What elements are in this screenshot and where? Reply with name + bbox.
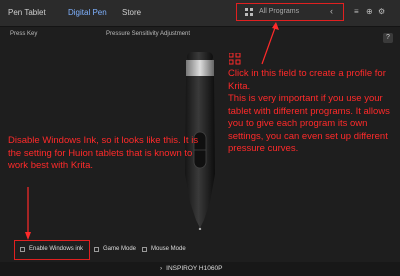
windows-ink-annotation: Disable Windows Ink, so it looks like th… — [8, 135, 203, 173]
top-bar: Pen Tablet Digital Pen Store All Program… — [0, 0, 400, 27]
windows-ink-annotation-text: Disable Windows Ink, so it looks like th… — [8, 135, 199, 171]
mouse-mode-option[interactable]: Mouse Mode — [142, 246, 186, 252]
enable-windows-ink-option[interactable]: Enable Windows ink — [20, 246, 83, 252]
program-selector[interactable]: All Programs ‹ — [236, 3, 344, 21]
tab-digital-pen[interactable]: Digital Pen — [68, 8, 107, 17]
chevron-left-icon[interactable]: ‹ — [330, 6, 333, 16]
pressure-sensitivity-label[interactable]: Pressure Sensitivity Adjustment — [106, 31, 190, 37]
windows-ink-label: Enable Windows ink — [29, 246, 84, 252]
grid-icon — [245, 8, 253, 16]
program-annotation-text: Click in this field to create a profile … — [228, 68, 390, 154]
game-mode-label: Game Mode — [103, 246, 137, 252]
device-selector[interactable]: › INSPIROY H1060P — [160, 265, 222, 272]
mouse-mode-label: Mouse Mode — [151, 246, 186, 252]
globe-icon[interactable]: ⊕ — [366, 7, 373, 17]
help-button[interactable]: ? — [383, 33, 393, 43]
settings-icon[interactable]: ⚙ — [378, 7, 385, 17]
chevron-right-icon: › — [160, 265, 163, 272]
bottom-bar: › INSPIROY H1060P — [0, 262, 400, 276]
list-icon[interactable]: ≡ — [354, 7, 359, 17]
mouse-mode-checkbox[interactable] — [142, 246, 147, 252]
tab-pen-tablet[interactable]: Pen Tablet — [8, 8, 46, 17]
windows-ink-checkbox[interactable] — [20, 246, 25, 252]
device-name: INSPIROY H1060P — [166, 265, 223, 272]
game-mode-option[interactable]: Game Mode — [94, 246, 136, 252]
grid-icon-annotation — [229, 53, 241, 65]
tab-store[interactable]: Store — [122, 8, 141, 17]
program-selector-value: All Programs — [259, 8, 300, 15]
game-mode-checkbox[interactable] — [94, 246, 99, 252]
press-key-label: Press Key — [10, 31, 38, 37]
program-annotation: Click in this field to create a profile … — [228, 68, 400, 156]
